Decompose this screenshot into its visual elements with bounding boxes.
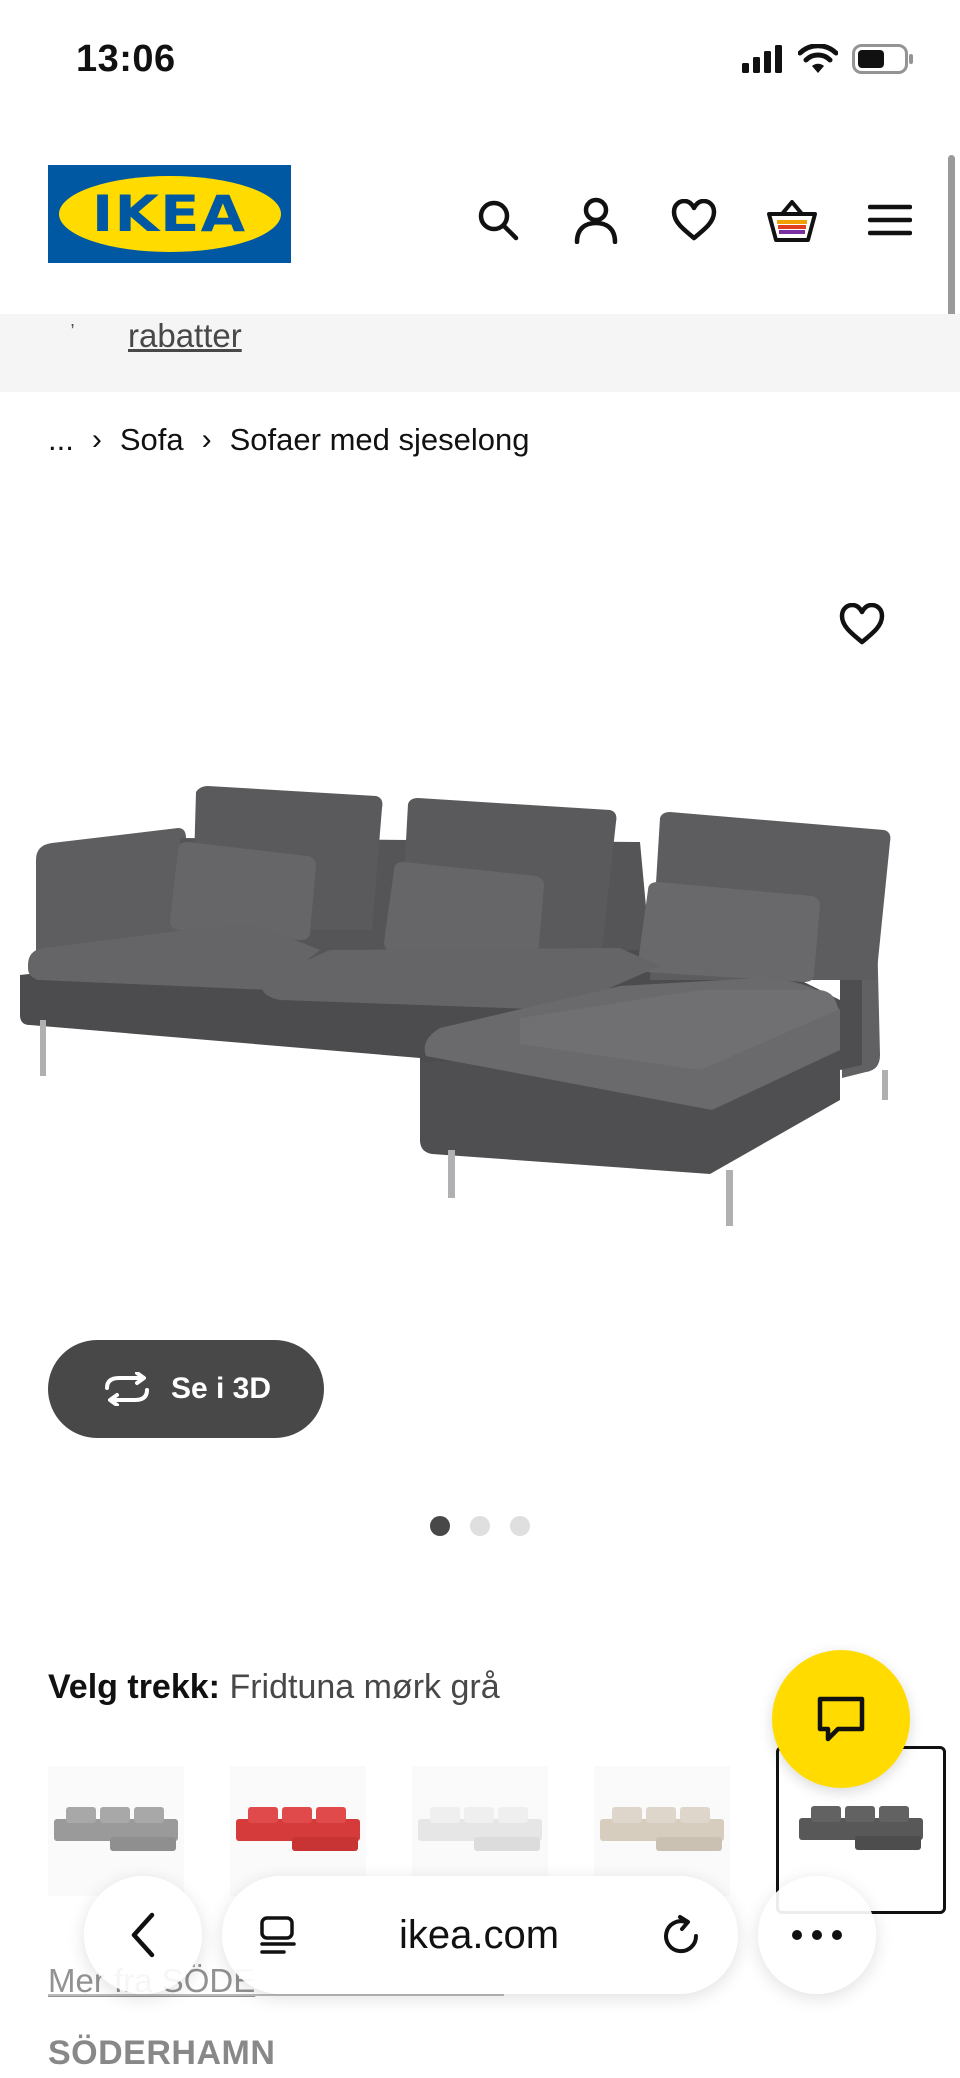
chat-button[interactable]	[772, 1650, 910, 1788]
browser-more-button[interactable]	[758, 1876, 876, 1994]
breadcrumb-ellipsis[interactable]: ...	[48, 422, 74, 458]
product-image[interactable]	[0, 510, 960, 1350]
breadcrumb-item-chaise-sofas[interactable]: Sofaer med sjeselong	[230, 422, 530, 458]
cover-label-title: Velg trekk:	[48, 1668, 220, 1706]
sofa-thumbnail	[600, 1807, 724, 1851]
sofa-thumbnail	[236, 1807, 360, 1851]
status-bar: 13:06	[0, 0, 960, 120]
promo-link[interactable]: rabatter	[128, 317, 242, 355]
shopping-bag-icon	[767, 200, 817, 242]
breadcrumb-item-sofa[interactable]: Sofa	[120, 422, 184, 458]
ikea-logo[interactable]: IKEA	[48, 165, 291, 263]
browser-toolbar: ikea.com	[0, 1870, 960, 2000]
chevron-right-icon: ›	[91, 423, 102, 456]
gallery-pagination	[430, 1516, 530, 1536]
view-in-3d-label: Se i 3D	[170, 1372, 272, 1405]
sofa-thumbnail	[799, 1806, 923, 1850]
sofa-thumbnail	[54, 1807, 178, 1851]
search-icon	[478, 200, 519, 241]
wifi-icon	[798, 44, 838, 73]
breadcrumb: ... › Sofa › Sofaer med sjeselong	[48, 422, 529, 458]
wishlist-button[interactable]	[664, 190, 724, 250]
logo-oval: IKEA	[58, 176, 281, 252]
header-nav	[468, 190, 920, 250]
promo-partial-glyph: ,	[70, 310, 76, 330]
url-text: ikea.com	[398, 1912, 560, 1957]
site-header: IKEA	[0, 120, 960, 314]
status-time: 13:06	[76, 38, 176, 80]
address-bar[interactable]: ikea.com	[222, 1876, 738, 1994]
promo-banner: , rabatter	[0, 310, 960, 392]
logo-text: IKEA	[92, 185, 247, 243]
product-wishlist-button[interactable]	[832, 594, 892, 654]
heart-icon	[839, 603, 885, 645]
cover-selector-label: Velg trekk: Fridtuna mørk grå	[48, 1668, 500, 1707]
chevron-left-icon	[131, 1912, 155, 1958]
status-icons	[742, 44, 914, 74]
cover-label-value: Fridtuna mørk grå	[229, 1668, 500, 1706]
signal-icon	[742, 45, 782, 73]
gallery-dot[interactable]	[510, 1516, 530, 1536]
cart-button[interactable]	[762, 190, 822, 250]
more-icon	[792, 1930, 842, 1940]
gallery-dot[interactable]	[430, 1516, 450, 1536]
reload-icon[interactable]	[660, 1914, 702, 1956]
reader-view-icon	[260, 1916, 296, 1954]
rotate-3d-icon	[104, 1372, 149, 1406]
battery-icon	[852, 44, 913, 74]
view-in-3d-button[interactable]: Se i 3D	[48, 1340, 324, 1438]
heart-icon	[671, 199, 717, 241]
gallery-dot[interactable]	[470, 1516, 490, 1536]
sofa-thumbnail	[418, 1807, 542, 1851]
search-button[interactable]	[468, 190, 528, 250]
browser-back-button[interactable]	[84, 1876, 202, 1994]
account-button[interactable]	[566, 190, 626, 250]
menu-button[interactable]	[860, 190, 920, 250]
chat-icon	[817, 1696, 865, 1742]
product-name: SÖDERHAMN	[48, 2034, 276, 2072]
hamburger-icon	[868, 204, 912, 236]
user-icon	[574, 197, 618, 244]
chevron-right-icon: ›	[201, 423, 212, 456]
